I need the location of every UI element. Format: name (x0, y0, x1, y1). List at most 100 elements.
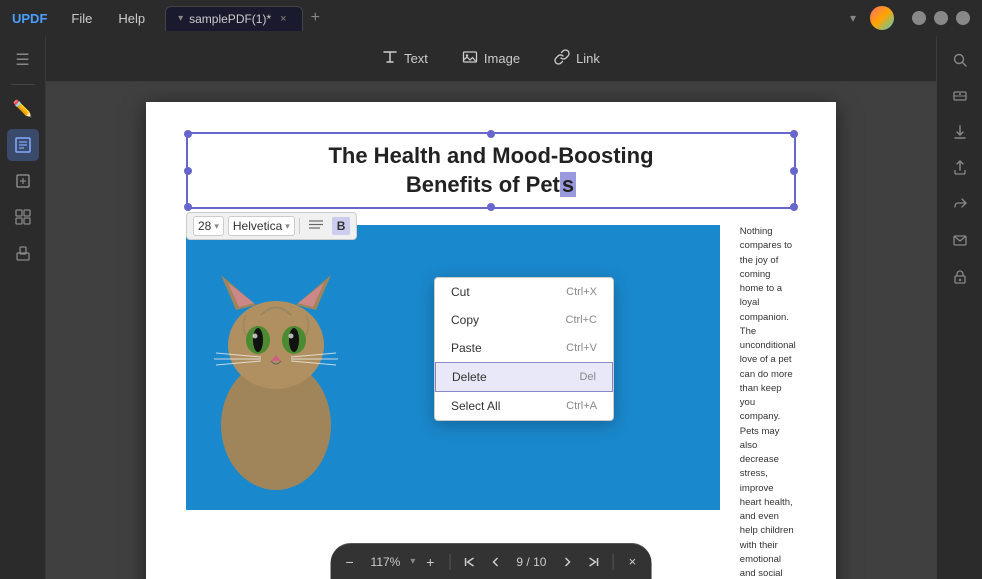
right-sidebar-share[interactable] (944, 188, 976, 220)
image-label: Image (484, 51, 520, 66)
nav-last-button[interactable] (582, 551, 604, 573)
nav-prev-button[interactable] (484, 551, 506, 573)
context-menu-delete[interactable]: Delete Del (435, 362, 613, 392)
font-name-dropdown-icon: ▾ (285, 221, 290, 232)
file-menu[interactable]: File (59, 7, 104, 30)
content-area: Text Image (46, 36, 936, 579)
text-icon (382, 49, 398, 68)
right-sidebar-download[interactable] (944, 116, 976, 148)
sidebar-divider (11, 84, 35, 85)
link-label: Link (576, 51, 600, 66)
add-tab-button[interactable]: + (303, 9, 328, 27)
left-sidebar: ☰ ✏️ (0, 36, 46, 579)
text-label: Text (404, 51, 428, 66)
paste-label: Paste (451, 341, 482, 355)
bottom-navigation-toolbar: − 117% ▾ + 9 / 10 (331, 543, 652, 579)
sidebar-icon-convert[interactable] (7, 165, 39, 197)
link-icon (554, 49, 570, 68)
right-sidebar-lock[interactable] (944, 260, 976, 292)
minimize-button[interactable]: − (912, 11, 926, 25)
avatar[interactable] (870, 6, 894, 30)
app-logo: UPDF (0, 11, 59, 26)
handle-tm[interactable] (487, 130, 495, 138)
font-size-select[interactable]: 28 ▾ (193, 216, 224, 236)
nav-first-button[interactable] (458, 551, 480, 573)
handle-tl[interactable] (184, 130, 192, 138)
sidebar-icon-stamp[interactable] (7, 237, 39, 269)
copy-shortcut: Ctrl+C (566, 314, 597, 326)
handle-mr[interactable] (790, 167, 798, 175)
tab-close-icon[interactable]: × (277, 12, 289, 26)
document-viewer: The Health and Mood-Boosting Benefits of… (46, 82, 936, 579)
handle-bm[interactable] (487, 203, 495, 211)
format-toolbar: 28 ▾ Helvetica ▾ (186, 212, 357, 240)
active-tab[interactable]: ▾ samplePDF(1)* × (165, 6, 303, 31)
titlebar: UPDF File Help ▾ samplePDF(1)* × + ▾ − □… (0, 0, 982, 36)
zoom-level-display: 117% (365, 555, 407, 569)
body-paragraph-1: Nothing compares to the joy of coming ho… (740, 225, 796, 579)
handle-bl[interactable] (184, 203, 192, 211)
nav-next-button[interactable] (556, 551, 578, 573)
handle-tr[interactable] (790, 130, 798, 138)
title-container: The Health and Mood-Boosting Benefits of… (186, 132, 796, 209)
delete-shortcut: Del (579, 371, 596, 383)
paste-shortcut: Ctrl+V (566, 342, 597, 354)
close-button[interactable]: × (956, 11, 970, 25)
context-menu-select-all[interactable]: Select All Ctrl+A (435, 392, 613, 420)
tab-arrow-icon: ▾ (178, 13, 183, 24)
right-sidebar-upload[interactable] (944, 152, 976, 184)
handle-ml[interactable] (184, 167, 192, 175)
context-menu-paste[interactable]: Paste Ctrl+V (435, 334, 613, 362)
main-layout: ☰ ✏️ (0, 36, 982, 579)
link-tool[interactable]: Link (539, 42, 615, 75)
document-title: The Health and Mood-Boosting Benefits of… (200, 142, 782, 199)
context-menu-copy[interactable]: Copy Ctrl+C (435, 306, 613, 334)
format-divider (299, 218, 300, 234)
sidebar-icon-annotate[interactable] (7, 129, 39, 161)
nav-separator (449, 554, 450, 570)
zoom-dropdown-icon[interactable]: ▾ (410, 556, 415, 567)
context-menu-cut[interactable]: Cut Ctrl+X (435, 278, 613, 306)
page-info-display: 9 / 10 (510, 555, 552, 569)
title-highlight: s (560, 172, 576, 197)
text-tool[interactable]: Text (367, 42, 443, 75)
right-sidebar (936, 36, 982, 579)
font-name-select[interactable]: Helvetica ▾ (228, 216, 295, 236)
handle-br[interactable] (790, 203, 798, 211)
sidebar-icon-edit[interactable]: ✏️ (7, 93, 39, 125)
zoom-out-button[interactable]: − (339, 551, 361, 573)
sidebar-icon-menu[interactable]: ☰ (7, 44, 39, 76)
help-menu[interactable]: Help (106, 7, 157, 30)
select-all-label: Select All (451, 399, 500, 413)
edit-toolbar: Text Image (46, 36, 936, 82)
right-sidebar-scan[interactable] (944, 80, 976, 112)
title-line1: The Health and Mood-Boosting (200, 142, 782, 171)
right-sidebar-search[interactable] (944, 44, 976, 76)
zoom-in-button[interactable]: + (419, 551, 441, 573)
copy-label: Copy (451, 313, 479, 327)
maximize-button[interactable]: □ (934, 11, 948, 25)
image-tool[interactable]: Image (447, 42, 535, 75)
image-icon (462, 49, 478, 68)
align-button[interactable] (304, 217, 328, 235)
cut-label: Cut (451, 285, 470, 299)
document-body-text: Nothing compares to the joy of coming ho… (740, 225, 796, 579)
right-sidebar-mail[interactable] (944, 224, 976, 256)
bold-button[interactable]: B (332, 217, 351, 235)
title-selection-box[interactable]: The Health and Mood-Boosting Benefits of… (186, 132, 796, 209)
title-line2: Benefits of Pets (200, 171, 782, 200)
font-size-dropdown-icon: ▾ (214, 221, 219, 232)
menu-bar: File Help (59, 7, 157, 30)
context-menu: Cut Ctrl+X Copy Ctrl+C Paste Ctrl+V Dele… (434, 277, 614, 421)
cut-shortcut: Ctrl+X (566, 286, 597, 298)
close-nav-button[interactable]: × (621, 551, 643, 573)
sidebar-icon-organize[interactable] (7, 201, 39, 233)
window-controls: − □ × (900, 11, 982, 25)
tab-title: samplePDF(1)* (189, 12, 271, 26)
document-page: The Health and Mood-Boosting Benefits of… (146, 102, 836, 579)
more-tabs-button[interactable]: ▾ (842, 11, 864, 25)
delete-label: Delete (452, 370, 487, 384)
nav-separator-2 (612, 554, 613, 570)
tab-area: ▾ samplePDF(1)* × + (157, 6, 842, 31)
select-all-shortcut: Ctrl+A (566, 400, 597, 412)
